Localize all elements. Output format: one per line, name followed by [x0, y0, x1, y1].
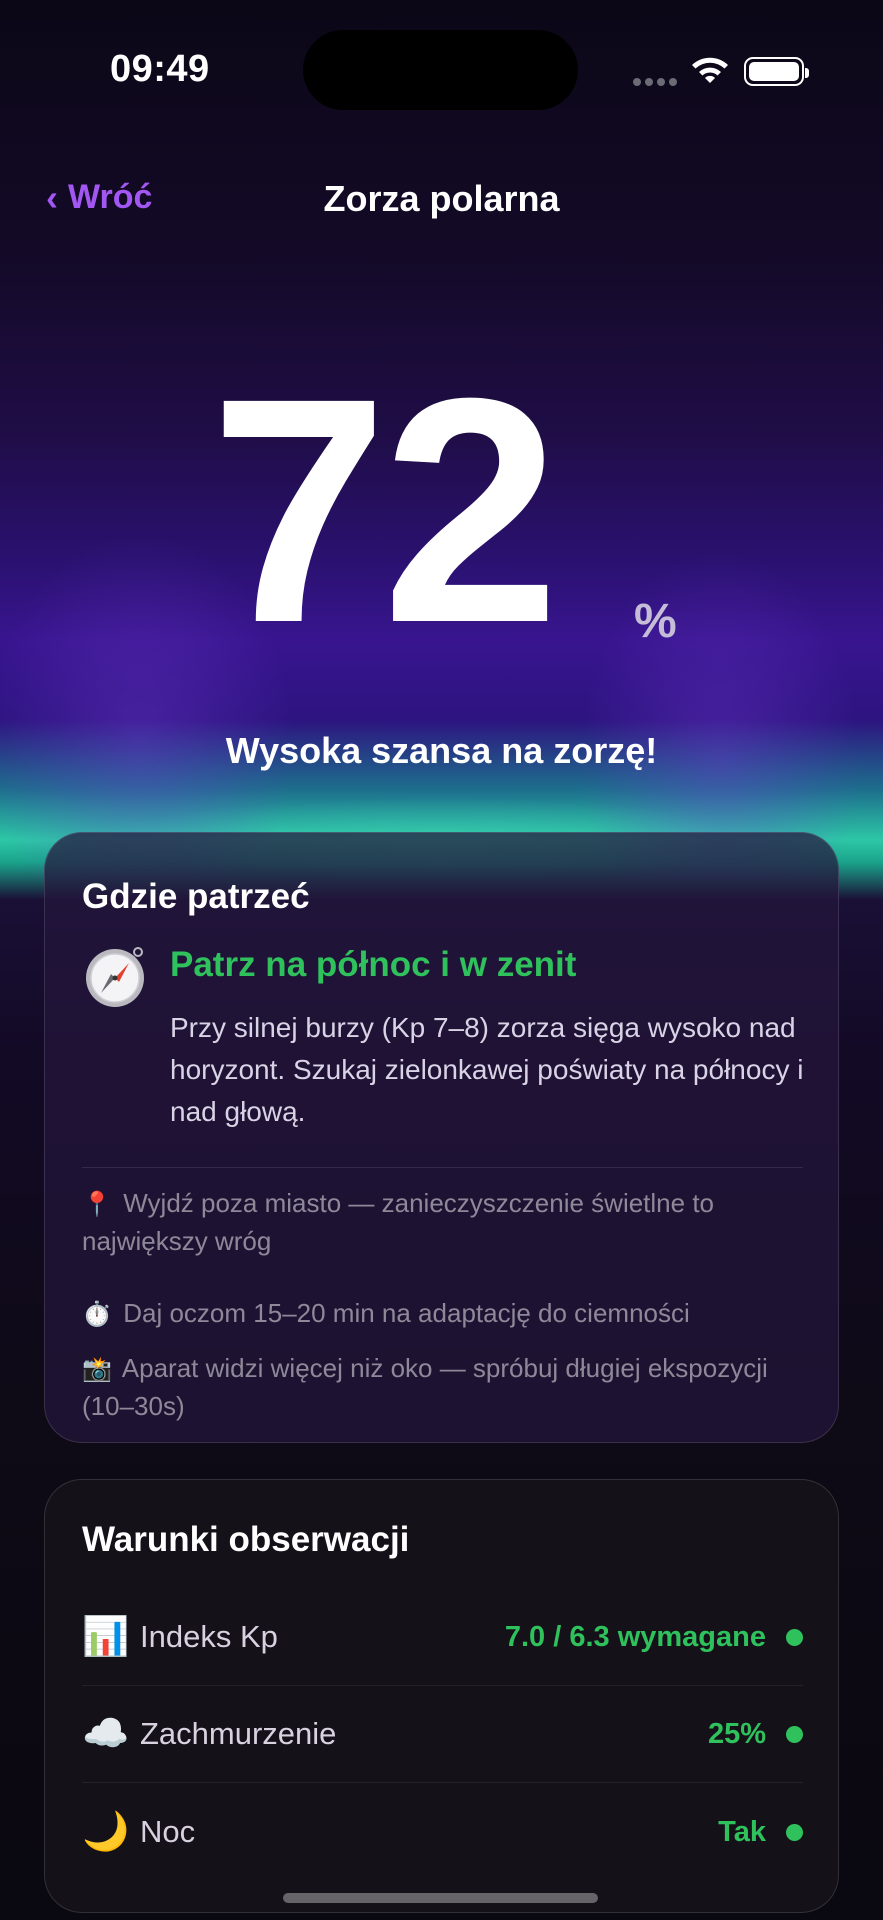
condition-value: 25%	[707, 1717, 766, 1750]
compass-icon	[86, 947, 144, 1007]
probability-value: 72	[210, 331, 560, 689]
row-divider	[82, 1782, 803, 1783]
direction-description: Przy silnej burzy (Kp 7–8) zorza sięga w…	[170, 1012, 804, 1127]
stopwatch-icon: ⏱️	[82, 1301, 112, 1328]
status-time: 09:49	[110, 48, 210, 90]
status-dot	[786, 1725, 803, 1743]
condition-row-clouds: ☁️ Zachmurzenie 25%	[82, 1686, 803, 1782]
probability-message: Wysoka szansa na zorzę!	[225, 730, 658, 771]
dynamic-island	[303, 30, 578, 110]
status-dot	[786, 1823, 803, 1841]
direction-heading: Patrz na północ i w zenit	[170, 945, 577, 984]
condition-label: Zachmurzenie	[140, 1716, 337, 1751]
condition-label: Indeks Kp	[140, 1619, 278, 1654]
condition-row-night: 🌙 Noc Tak	[82, 1784, 803, 1880]
bar-chart-icon: 📊	[82, 1616, 130, 1658]
observation-conditions-card: Warunki obserwacji 📊 Indeks Kp 7.0 / 6.3…	[44, 1479, 839, 1913]
moon-icon: 🌙	[82, 1811, 130, 1853]
battery-icon	[744, 57, 809, 86]
back-button[interactable]: ‹ Wróć	[46, 178, 152, 217]
tip-text: Daj oczom 15–20 min na adaptację do ciem…	[123, 1298, 690, 1328]
home-indicator[interactable]	[283, 1893, 598, 1903]
cloud-icon: ☁️	[82, 1713, 130, 1755]
cellular-signal-icon	[633, 78, 677, 86]
back-label: Wróć	[68, 178, 153, 216]
chevron-left-icon: ‹	[46, 176, 58, 218]
card-title: Warunki obserwacji	[82, 1520, 410, 1559]
tip-item: 📸 Aparat widzi więcej niż oko — spróbuj …	[82, 1350, 802, 1425]
wifi-icon	[692, 57, 728, 83]
condition-value: Tak	[718, 1815, 766, 1848]
probability-unit: %	[634, 595, 677, 648]
tip-item: 📍 Wyjdź poza miasto — zanieczyszczenie ś…	[82, 1185, 802, 1260]
condition-row-kp: 📊 Indeks Kp 7.0 / 6.3 wymagane	[82, 1589, 803, 1685]
camera-flash-icon: 📸	[82, 1356, 112, 1383]
divider	[82, 1167, 803, 1168]
where-to-look-card: Gdzie patrzeć Patrz na północ i w zenit …	[44, 832, 839, 1443]
condition-label: Noc	[140, 1814, 196, 1849]
tip-item: ⏱️ Daj oczom 15–20 min na adaptację do c…	[82, 1295, 802, 1333]
condition-value: 7.0 / 6.3 wymagane	[504, 1620, 766, 1653]
tip-text: Aparat widzi więcej niż oko — spróbuj dł…	[82, 1353, 768, 1421]
card-title: Gdzie patrzeć	[82, 877, 310, 916]
status-dot	[786, 1628, 803, 1646]
tip-text: Wyjdź poza miasto — zanieczyszczenie świ…	[82, 1188, 715, 1256]
pin-icon: 📍	[82, 1191, 112, 1218]
